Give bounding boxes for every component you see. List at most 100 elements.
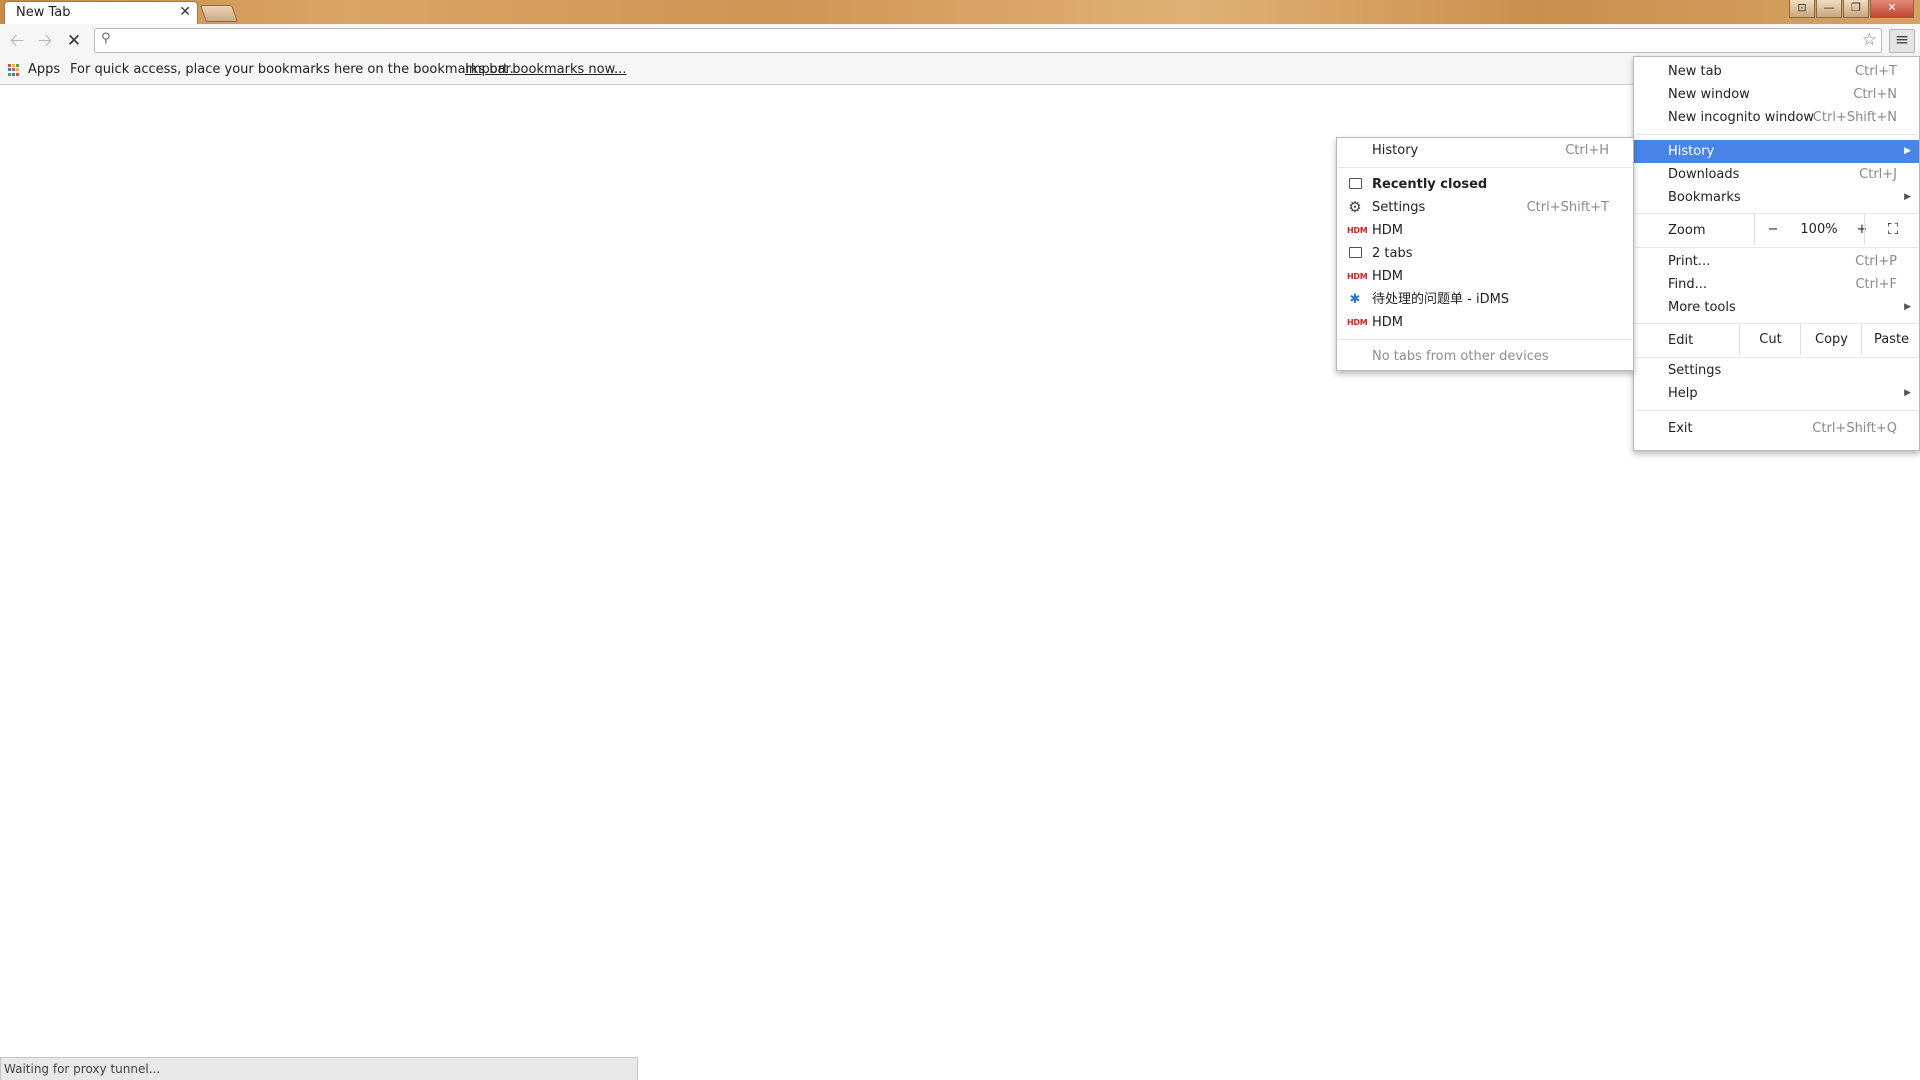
close-window-button[interactable]: ✕ [1870, 0, 1914, 18]
forward-button[interactable]: 🡢 [33, 29, 57, 53]
history-submenu: History Ctrl+H Recently closed ⚙ Setting… [1336, 137, 1634, 371]
menu-label: HDM [1372, 315, 1404, 330]
menu-label: Settings [1668, 363, 1722, 378]
menu-item-new-incognito-window[interactable]: New incognito window Ctrl+Shift+N [1634, 106, 1919, 129]
menu-divider [1635, 357, 1918, 358]
hdm-icon: HDM [1347, 272, 1368, 281]
paste-button[interactable]: Paste [1861, 324, 1920, 355]
bookmark-star-icon[interactable]: ☆ [1862, 30, 1877, 50]
submenu-item-history[interactable]: History Ctrl+H [1337, 139, 1633, 162]
menu-item-history[interactable]: History ▶ [1634, 140, 1919, 163]
menu-label: Settings [1372, 200, 1426, 215]
menu-label: New incognito window [1668, 110, 1815, 125]
bookmarks-hint: For quick access, place your bookmarks h… [70, 62, 514, 77]
menu-shortcut: Ctrl+T [1855, 64, 1897, 79]
recent-item-2-tabs[interactable]: 2 tabs [1337, 242, 1633, 265]
search-icon: ⚲ [101, 31, 111, 46]
menu-label: No tabs from other devices [1372, 349, 1549, 364]
menu-label: Help [1668, 386, 1698, 401]
copy-button[interactable]: Copy [1800, 324, 1862, 355]
menu-label: 2 tabs [1372, 246, 1413, 261]
menu-label: Find... [1668, 277, 1708, 292]
bug-icon: ✱ [1349, 292, 1361, 307]
menu-label: Exit [1668, 421, 1693, 436]
title-bar: New Tab ✕ ⊡ — ❐ ✕ [0, 0, 1920, 24]
submenu-arrow-icon: ▶ [1904, 192, 1911, 202]
menu-label: History [1668, 144, 1715, 159]
menu-divider [1338, 339, 1632, 340]
zoom-level: 100% [1800, 222, 1838, 237]
chrome-main-menu: New tab Ctrl+T New window Ctrl+N New inc… [1633, 56, 1920, 451]
menu-label: 待处理的问题单 - iDMS [1372, 292, 1510, 307]
recent-item-idms[interactable]: ✱ 待处理的问题单 - iDMS [1337, 288, 1633, 311]
menu-item-print[interactable]: Print... Ctrl+P [1634, 250, 1919, 273]
recently-closed-item[interactable]: Recently closed [1337, 173, 1633, 196]
recent-item-hdm[interactable]: HDM HDM [1337, 311, 1633, 334]
menu-label: Bookmarks [1668, 190, 1741, 205]
apps-grid-icon[interactable] [8, 64, 20, 76]
cut-button[interactable]: Cut [1739, 324, 1801, 355]
menu-divider [1635, 410, 1918, 411]
menu-item-find[interactable]: Find... Ctrl+F [1634, 273, 1919, 296]
menu-item-bookmarks[interactable]: Bookmarks ▶ [1634, 186, 1919, 209]
tab-close-icon[interactable]: ✕ [179, 4, 191, 20]
hdm-icon: HDM [1347, 226, 1368, 235]
apps-shortcut[interactable]: Apps [28, 58, 60, 82]
menu-label: Edit [1668, 333, 1694, 348]
recent-item-settings[interactable]: ⚙ Settings Ctrl+Shift+T [1337, 196, 1633, 219]
menu-item-help[interactable]: Help ▶ [1634, 382, 1919, 405]
menu-label: HDM [1372, 223, 1404, 238]
submenu-arrow-icon: ▶ [1904, 302, 1911, 312]
menu-divider [1635, 247, 1918, 248]
zoom-out-button[interactable]: − [1754, 214, 1791, 245]
fullscreen-icon[interactable]: ⛶ [1864, 214, 1920, 245]
menu-label: History [1372, 143, 1419, 158]
recent-item-hdm[interactable]: HDM HDM [1337, 265, 1633, 288]
address-bar[interactable]: ⚲ ☆ [94, 28, 1882, 53]
no-tabs-other-devices: No tabs from other devices [1337, 345, 1633, 368]
bookmarks-bar: Apps For quick access, place your bookma… [0, 58, 1920, 85]
recent-item-hdm[interactable]: HDM HDM [1337, 219, 1633, 242]
back-button[interactable]: 🡠 [5, 29, 29, 53]
menu-shortcut: Ctrl+H [1565, 143, 1609, 158]
menu-label: More tools [1668, 300, 1736, 315]
new-tab-button[interactable] [199, 5, 239, 22]
menu-item-new-window[interactable]: New window Ctrl+N [1634, 83, 1919, 106]
tab-new-tab[interactable]: New Tab ✕ [4, 1, 198, 24]
profile-icon[interactable]: ⊡ [1789, 0, 1815, 18]
submenu-arrow-icon: ▶ [1904, 146, 1911, 156]
menu-label: HDM [1372, 269, 1404, 284]
chrome-menu-button[interactable]: ≡ [1889, 29, 1915, 53]
minimize-button[interactable]: — [1816, 0, 1842, 18]
menu-label: Zoom [1668, 223, 1706, 238]
menu-shortcut: Ctrl+P [1855, 254, 1897, 269]
menu-row-edit: Edit Cut Copy Paste [1634, 324, 1919, 357]
menu-shortcut: Ctrl+Shift+T [1526, 200, 1609, 215]
maximize-button[interactable]: ❐ [1843, 0, 1869, 18]
tab-title: New Tab [16, 5, 71, 20]
menu-item-more-tools[interactable]: More tools ▶ [1634, 296, 1919, 319]
submenu-arrow-icon: ▶ [1904, 388, 1911, 398]
menu-shortcut: Ctrl+F [1855, 277, 1897, 292]
menu-divider [1635, 134, 1918, 135]
menu-label: Recently closed [1372, 177, 1488, 192]
menu-item-exit[interactable]: Exit Ctrl+Shift+Q [1634, 417, 1919, 440]
hdm-icon: HDM [1347, 318, 1368, 327]
menu-label: New tab [1668, 64, 1722, 79]
menu-shortcut: Ctrl+Shift+N [1812, 110, 1897, 125]
gear-icon: ⚙ [1348, 198, 1362, 216]
stop-loading-button[interactable]: ✕ [62, 29, 86, 53]
menu-row-zoom: Zoom − 100% + ⛶ [1634, 214, 1919, 247]
menu-shortcut: Ctrl+Shift+Q [1812, 421, 1897, 436]
import-bookmarks-link[interactable]: Import bookmarks now... [465, 58, 626, 82]
menu-label: New window [1668, 87, 1750, 102]
menu-shortcut: Ctrl+J [1859, 167, 1897, 182]
menu-item-downloads[interactable]: Downloads Ctrl+J [1634, 163, 1919, 186]
menu-item-new-tab[interactable]: New tab Ctrl+T [1634, 60, 1919, 83]
navigation-toolbar: 🡠 🡢 ✕ ⚲ ☆ ≡ [0, 24, 1920, 59]
tab-window-icon [1347, 173, 1363, 196]
menu-item-settings[interactable]: Settings [1634, 359, 1919, 382]
menu-shortcut: Ctrl+N [1853, 87, 1897, 102]
menu-divider [1338, 167, 1632, 168]
window-controls: ⊡ — ❐ ✕ [1789, 0, 1914, 19]
